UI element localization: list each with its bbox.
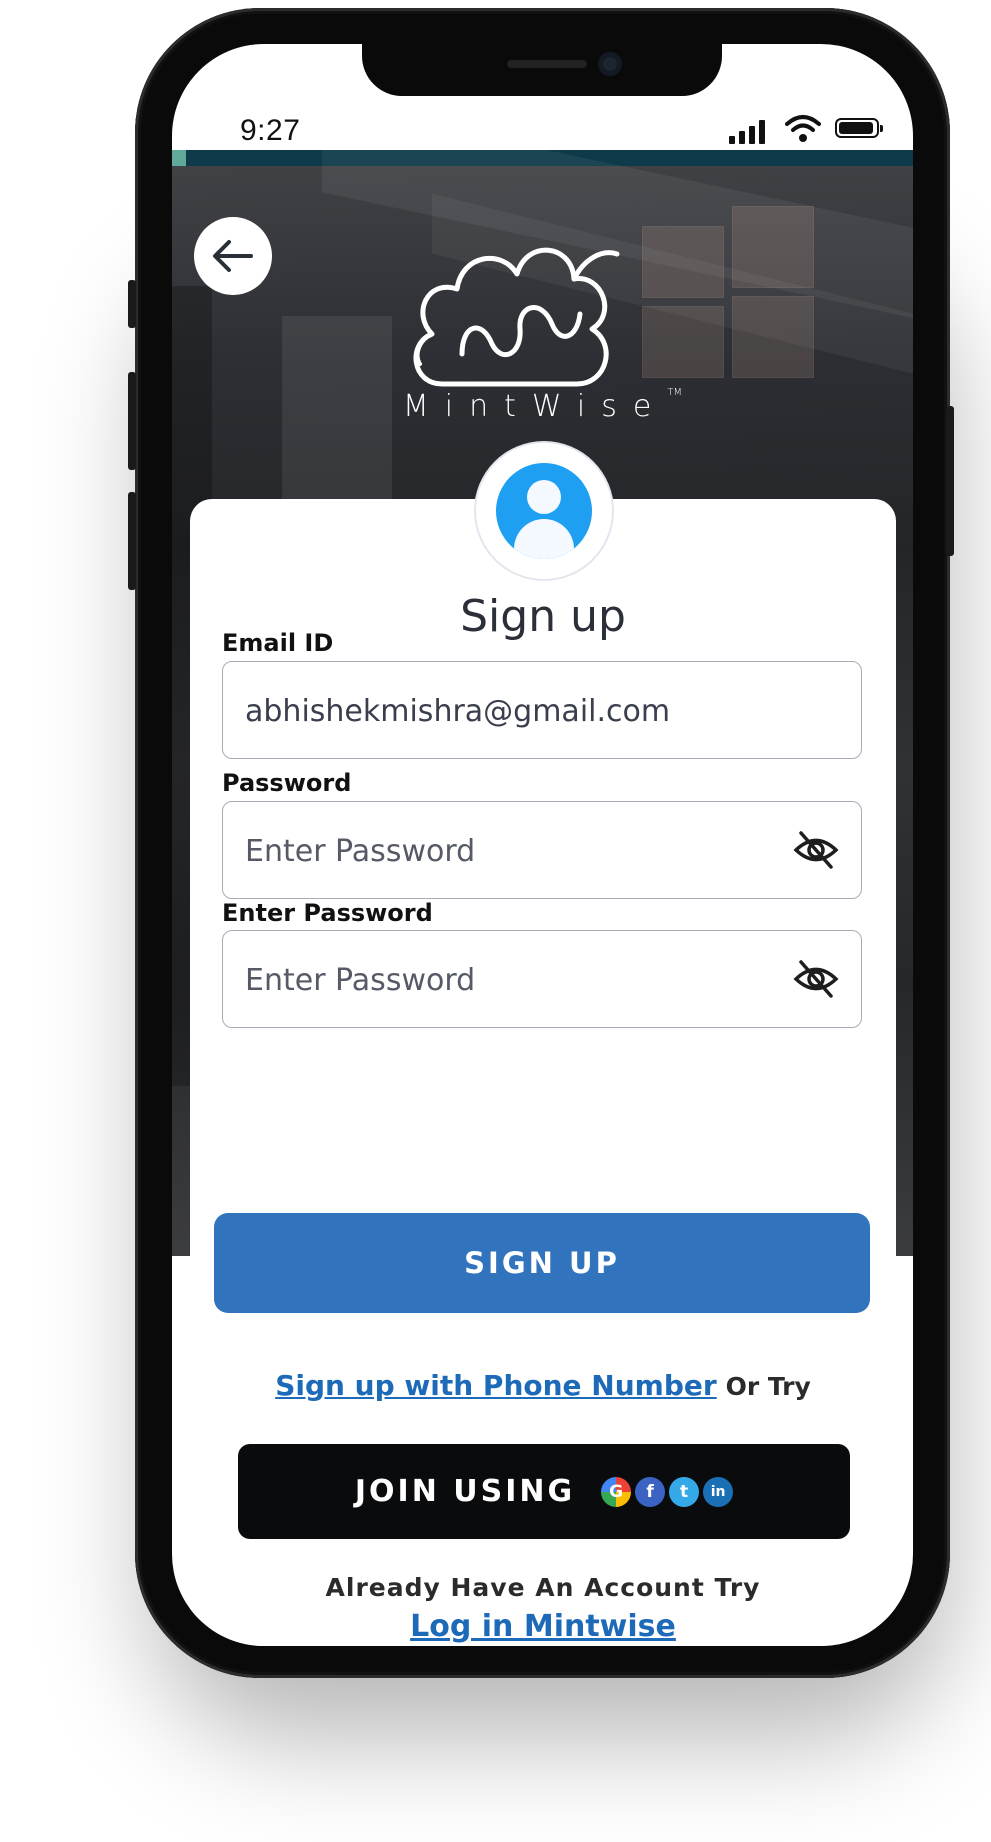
wifi-icon bbox=[785, 115, 821, 142]
sign-up-with-phone-link[interactable]: Sign up with Phone Number bbox=[275, 1369, 717, 1402]
brand-name: MintWise bbox=[402, 389, 668, 424]
password-field[interactable] bbox=[243, 802, 767, 900]
password-label: Password bbox=[222, 769, 352, 797]
phone-screen: 9:27 MintWiseTM Sign up Email ID abhishe… bbox=[172, 44, 913, 1646]
already-account-text: Already Have An Account Try bbox=[325, 1573, 761, 1602]
confirm-password-label: Enter Password bbox=[222, 899, 433, 927]
join-using-social-button[interactable]: JOIN USING G f t in bbox=[238, 1444, 850, 1539]
join-using-label: JOIN USING bbox=[354, 1474, 576, 1509]
side-button-power bbox=[946, 406, 954, 556]
password-field-container bbox=[222, 801, 862, 900]
brand-wordmark: MintWiseTM bbox=[172, 387, 913, 424]
twitter-icon: t bbox=[669, 1476, 700, 1507]
user-avatar-icon bbox=[496, 463, 592, 559]
eye-off-icon[interactable] bbox=[793, 829, 839, 871]
avatar bbox=[476, 443, 612, 579]
arrow-left-icon bbox=[213, 240, 253, 272]
google-icon: G bbox=[601, 1476, 632, 1507]
login-link[interactable]: Log in Mintwise bbox=[190, 1609, 896, 1644]
front-camera bbox=[598, 52, 622, 76]
cellular-signal-icon bbox=[729, 118, 773, 144]
sign-up-button[interactable]: SIGN UP bbox=[214, 1213, 870, 1313]
confirm-password-field-container bbox=[222, 930, 862, 1029]
email-field-container bbox=[222, 661, 862, 760]
side-button-mute bbox=[128, 280, 136, 328]
speaker-grille bbox=[507, 60, 587, 68]
side-button-volume-down bbox=[128, 492, 136, 590]
header-strip-accent bbox=[172, 150, 186, 166]
eye-off-icon[interactable] bbox=[793, 958, 839, 1000]
signup-card: Sign up Email ID Password Enter Password… bbox=[190, 443, 896, 1646]
notch bbox=[362, 44, 722, 96]
trademark-mark: TM bbox=[667, 387, 683, 398]
mintwise-logo-icon bbox=[413, 247, 620, 387]
email-field[interactable] bbox=[243, 662, 767, 760]
side-button-volume-up bbox=[128, 372, 136, 470]
social-icons: G f t in bbox=[601, 1476, 734, 1507]
or-try-text: Or Try bbox=[725, 1372, 811, 1401]
status-bar: 9:27 bbox=[172, 96, 913, 154]
confirm-password-field[interactable] bbox=[243, 931, 767, 1029]
email-label: Email ID bbox=[222, 629, 334, 657]
alternate-signup-line: Sign up with Phone Number Or Try bbox=[190, 1369, 896, 1402]
battery-icon bbox=[835, 118, 883, 138]
back-button[interactable] bbox=[194, 217, 272, 295]
status-time: 9:27 bbox=[240, 114, 301, 147]
linkedin-icon: in bbox=[703, 1476, 734, 1507]
facebook-icon: f bbox=[635, 1476, 666, 1507]
